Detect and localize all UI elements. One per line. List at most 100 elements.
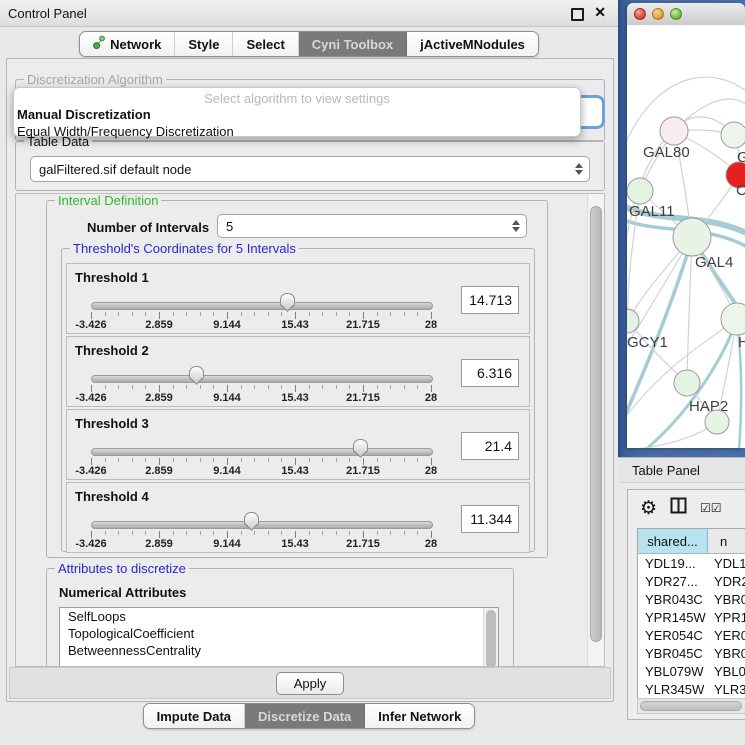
threshold-label: Threshold 2	[75, 343, 149, 358]
table-panel-titlebar: Table Panel	[618, 457, 745, 483]
table-data-combobox[interactable]: galFiltered.sif default node	[30, 156, 590, 182]
float-window-icon[interactable]	[571, 8, 584, 21]
zoom-traffic-light[interactable]	[670, 8, 682, 20]
select-columns-icon[interactable]: ☑☑	[700, 501, 722, 515]
tab-label: Network	[110, 37, 161, 52]
threshold-label: Threshold 1	[75, 270, 149, 285]
threshold-value-field[interactable]: 14.713	[461, 286, 519, 314]
network-window: GAL80GCGAL11GAL4GCY1HHAP2	[627, 3, 745, 448]
slider-thumb[interactable]	[189, 366, 204, 386]
table-row[interactable]: YDL19...YDL1	[638, 554, 745, 572]
node-label: GAL11	[629, 203, 675, 220]
group-title: Interval Definition	[55, 193, 161, 208]
table-row[interactable]: YER054CYER0	[638, 626, 745, 644]
algorithm-dropdown-popup: Select algorithm to view settings Manual…	[13, 87, 581, 137]
number-of-intervals-combobox[interactable]: 5	[217, 214, 527, 238]
tab-label: Discretize Data	[258, 709, 351, 724]
close-traffic-light[interactable]	[634, 8, 646, 20]
scrollbar-thumb[interactable]	[640, 701, 742, 711]
network-node[interactable]	[627, 178, 653, 204]
slider-thumb[interactable]	[353, 439, 368, 459]
network-canvas[interactable]: GAL80GCGAL11GAL4GCY1HHAP2	[627, 25, 745, 448]
tab-cyni-toolbox[interactable]: Cyni Toolbox	[299, 32, 407, 56]
tab-discretize-data[interactable]: Discretize Data	[245, 704, 365, 728]
table-row[interactable]: YLR345WYLR3	[638, 680, 745, 698]
top-tabbar: Network Style Select Cyni Toolbox jActiv…	[0, 31, 618, 57]
vertical-scrollbar[interactable]	[587, 194, 604, 666]
tab-infer-network[interactable]: Infer Network	[365, 704, 474, 728]
attributes-group: Attributes to discretize Numerical Attri…	[46, 568, 514, 667]
node-table: shared... n YDL19...YDL1YDR27...YDR2YBR0…	[637, 528, 745, 701]
slider-thumb[interactable]	[244, 512, 259, 532]
attribute-item[interactable]: SelfLoops	[60, 608, 498, 625]
threshold-value-field[interactable]: 21.4	[461, 432, 519, 460]
tab-select[interactable]: Select	[233, 32, 298, 56]
slider-track[interactable]	[91, 302, 433, 310]
table-row[interactable]: YDR27...YDR2	[638, 572, 745, 590]
table-header: shared... n	[638, 529, 745, 554]
attribute-item[interactable]: TopologicalCoefficient	[60, 625, 498, 642]
horizontal-scrollbar[interactable]	[637, 698, 745, 714]
slider-track[interactable]	[91, 448, 433, 456]
close-icon[interactable]: ✕	[594, 4, 606, 21]
control-panel-titlebar: Control Panel ✕	[0, 0, 618, 27]
node-label: C	[736, 182, 745, 199]
table-row[interactable]: YPR145WYPR1	[638, 608, 745, 626]
network-node[interactable]	[660, 117, 688, 145]
gear-icon[interactable]: ⚙	[640, 499, 657, 518]
slider-track[interactable]	[91, 521, 433, 529]
slider-track[interactable]	[91, 375, 433, 383]
group-title: Threshold's Coordinates for 5 Intervals	[70, 241, 299, 256]
table-row[interactable]: YBR045CYBR0	[638, 644, 745, 662]
column-header-shared-name[interactable]: shared...	[638, 529, 708, 553]
network-canvas-svg[interactable]: GAL80GCGAL11GAL4GCY1HHAP2	[627, 25, 745, 448]
tab-style[interactable]: Style	[175, 32, 233, 56]
bottom-tabbar: Impute Data Discretize Data Infer Networ…	[0, 703, 618, 729]
node-label: GAL4	[695, 254, 733, 271]
network-node[interactable]	[673, 218, 711, 256]
tab-label: Cyni Toolbox	[312, 37, 393, 52]
network-node[interactable]	[721, 122, 745, 148]
table-row[interactable]: YBL079WYBL0	[638, 662, 745, 680]
dropdown-option-manual[interactable]: Manual Discretization	[17, 107, 580, 122]
interval-definition-group: Interval Definition Number of Intervals …	[46, 200, 548, 558]
cyni-toolbox-panel: Discretization Algorithm Select algorith…	[6, 58, 614, 702]
table-rows: YDL19...YDL1YDR27...YDR2YBR043CYBR0YPR14…	[638, 554, 745, 701]
dropdown-hint: Select algorithm to view settings	[14, 91, 580, 106]
network-node[interactable]	[721, 303, 745, 335]
node-label: H	[738, 334, 745, 351]
threshold-value-field[interactable]: 6.316	[461, 359, 519, 387]
table-data-group: Table Data galFiltered.sif default node	[15, 141, 605, 191]
minimize-traffic-light[interactable]	[652, 8, 664, 20]
tab-impute-data[interactable]: Impute Data	[144, 704, 245, 728]
threshold-panel: Threshold 2-3.4262.8599.14415.4321.71528…	[66, 336, 530, 407]
tab-network[interactable]: Network	[80, 32, 175, 56]
group-title: Attributes to discretize	[55, 561, 189, 576]
network-desktop: GAL80GCGAL11GAL4GCY1HHAP2	[618, 0, 745, 457]
table-data-value: galFiltered.sif default node	[39, 162, 191, 177]
slider-thumb[interactable]	[280, 293, 295, 313]
scrollbar-thumb[interactable]	[590, 206, 602, 642]
column-header-name[interactable]: n	[708, 529, 745, 553]
spinner-arrows-icon	[575, 157, 583, 181]
apply-button[interactable]: Apply	[276, 672, 344, 695]
split-columns-icon[interactable]	[670, 497, 687, 519]
slider-tick-labels: -3.4262.8599.14415.4321.71528	[91, 465, 431, 477]
dropdown-option-equal-width[interactable]: Equal Width/Frequency Discretization	[17, 124, 580, 139]
table-panel-body: ⚙ ☑☑ shared... n YDL19...YDL1YDR27...YDR…	[627, 489, 745, 720]
node-label: GCY1	[627, 334, 668, 351]
threshold-panel: Threshold 4-3.4262.8599.14415.4321.71528…	[66, 482, 530, 553]
network-node[interactable]	[674, 370, 700, 396]
apply-bar: Apply	[9, 667, 611, 699]
attribute-item[interactable]: BetweennessCentrality	[60, 642, 498, 659]
network-window-titlebar	[627, 3, 745, 26]
spinner-arrows-icon	[512, 215, 520, 237]
tab-label: Style	[188, 37, 219, 52]
table-row[interactable]: YBR043CYBR0	[638, 590, 745, 608]
network-node[interactable]	[705, 410, 729, 434]
threshold-value-field[interactable]: 11.344	[461, 505, 519, 533]
settings-scroll-panel: Interval Definition Number of Intervals …	[15, 193, 605, 667]
list-scrollbar[interactable]	[483, 608, 498, 667]
tab-jactivemnodules[interactable]: jActiveMNodules	[407, 32, 538, 56]
tab-label: Select	[246, 37, 284, 52]
